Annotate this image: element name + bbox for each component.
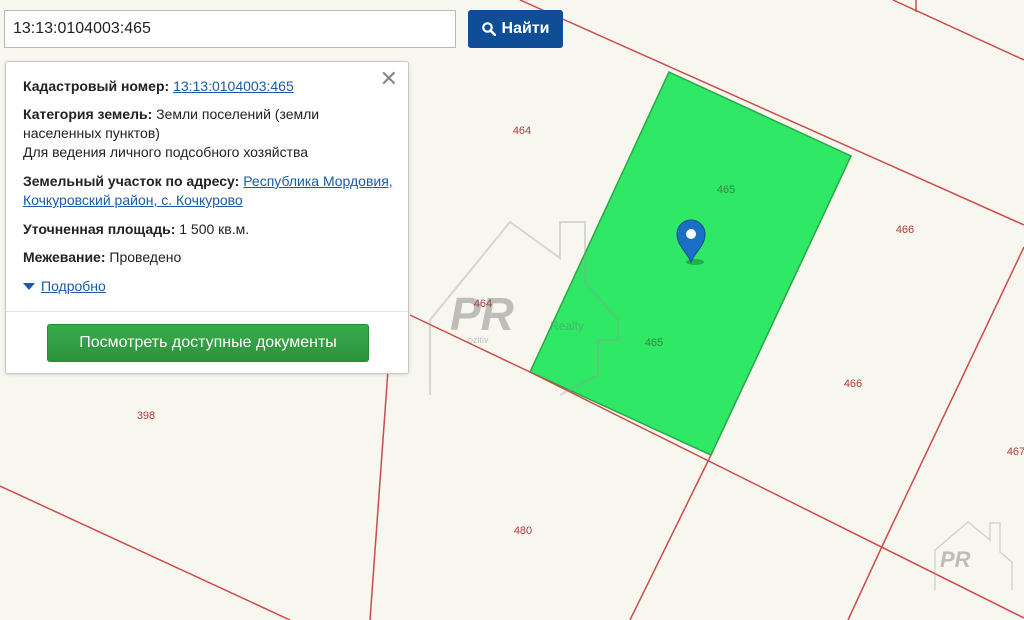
category-row: Категория земель: Земли поселений (земли…	[23, 105, 398, 162]
address-link[interactable]: Республика Мордовия,	[243, 173, 393, 189]
divider	[6, 311, 408, 312]
survey-label: Межевание:	[23, 249, 106, 265]
details-toggle[interactable]: Подробно	[23, 278, 106, 294]
survey-value: Проведено	[109, 249, 182, 265]
survey-row: Межевание: Проведено	[23, 248, 398, 267]
land-use-value: Для ведения личного подсобного хозяйства	[23, 144, 309, 160]
details-link[interactable]: Подробно	[41, 278, 106, 294]
cadastral-link[interactable]: 13:13:0104003:465	[173, 78, 294, 94]
parcel-label: 398	[137, 410, 155, 422]
search-input[interactable]	[4, 10, 456, 48]
area-row: Уточненная площадь: 1 500 кв.м.	[23, 220, 398, 239]
view-documents-button[interactable]: Посмотреть доступные документы	[47, 324, 369, 362]
chevron-down-icon	[23, 282, 35, 290]
parcel-label: 480	[514, 525, 532, 537]
category-value: Земли поселений (земли	[156, 106, 320, 122]
address-link-2[interactable]: Кочкуровский район, с. Кочкурово	[23, 192, 243, 208]
svg-text:Realty: Realty	[550, 319, 584, 333]
category-value-2: населенных пунктов)	[23, 125, 160, 141]
parcel-info-popup: ✕ Кадастровый номер: 13:13:0104003:465 К…	[5, 61, 409, 374]
svg-text:PR: PR	[940, 547, 971, 572]
area-value: 1 500 кв.м.	[179, 221, 250, 237]
parcel-label: 467	[1007, 446, 1024, 458]
category-label: Категория земель:	[23, 106, 153, 122]
parcel-label: 465	[645, 337, 663, 349]
search-icon	[481, 22, 496, 36]
svg-text:PR: PR	[450, 288, 514, 340]
parcel-label: 466	[844, 378, 862, 390]
address-row: Земельный участок по адресу: Республика …	[23, 172, 398, 210]
search-button-label: Найти	[501, 20, 550, 37]
cadastral-label: Кадастровый номер:	[23, 78, 170, 94]
cadastral-row: Кадастровый номер: 13:13:0104003:465	[23, 77, 398, 96]
parcel-label: 466	[896, 224, 914, 236]
address-label: Земельный участок по адресу:	[23, 173, 240, 189]
search-button[interactable]: Найти	[468, 10, 563, 48]
parcel-label: 464	[513, 125, 531, 137]
area-label: Уточненная площадь:	[23, 221, 176, 237]
svg-text:ozitiv: ozitiv	[468, 335, 489, 345]
parcel-label: 465	[717, 184, 735, 196]
